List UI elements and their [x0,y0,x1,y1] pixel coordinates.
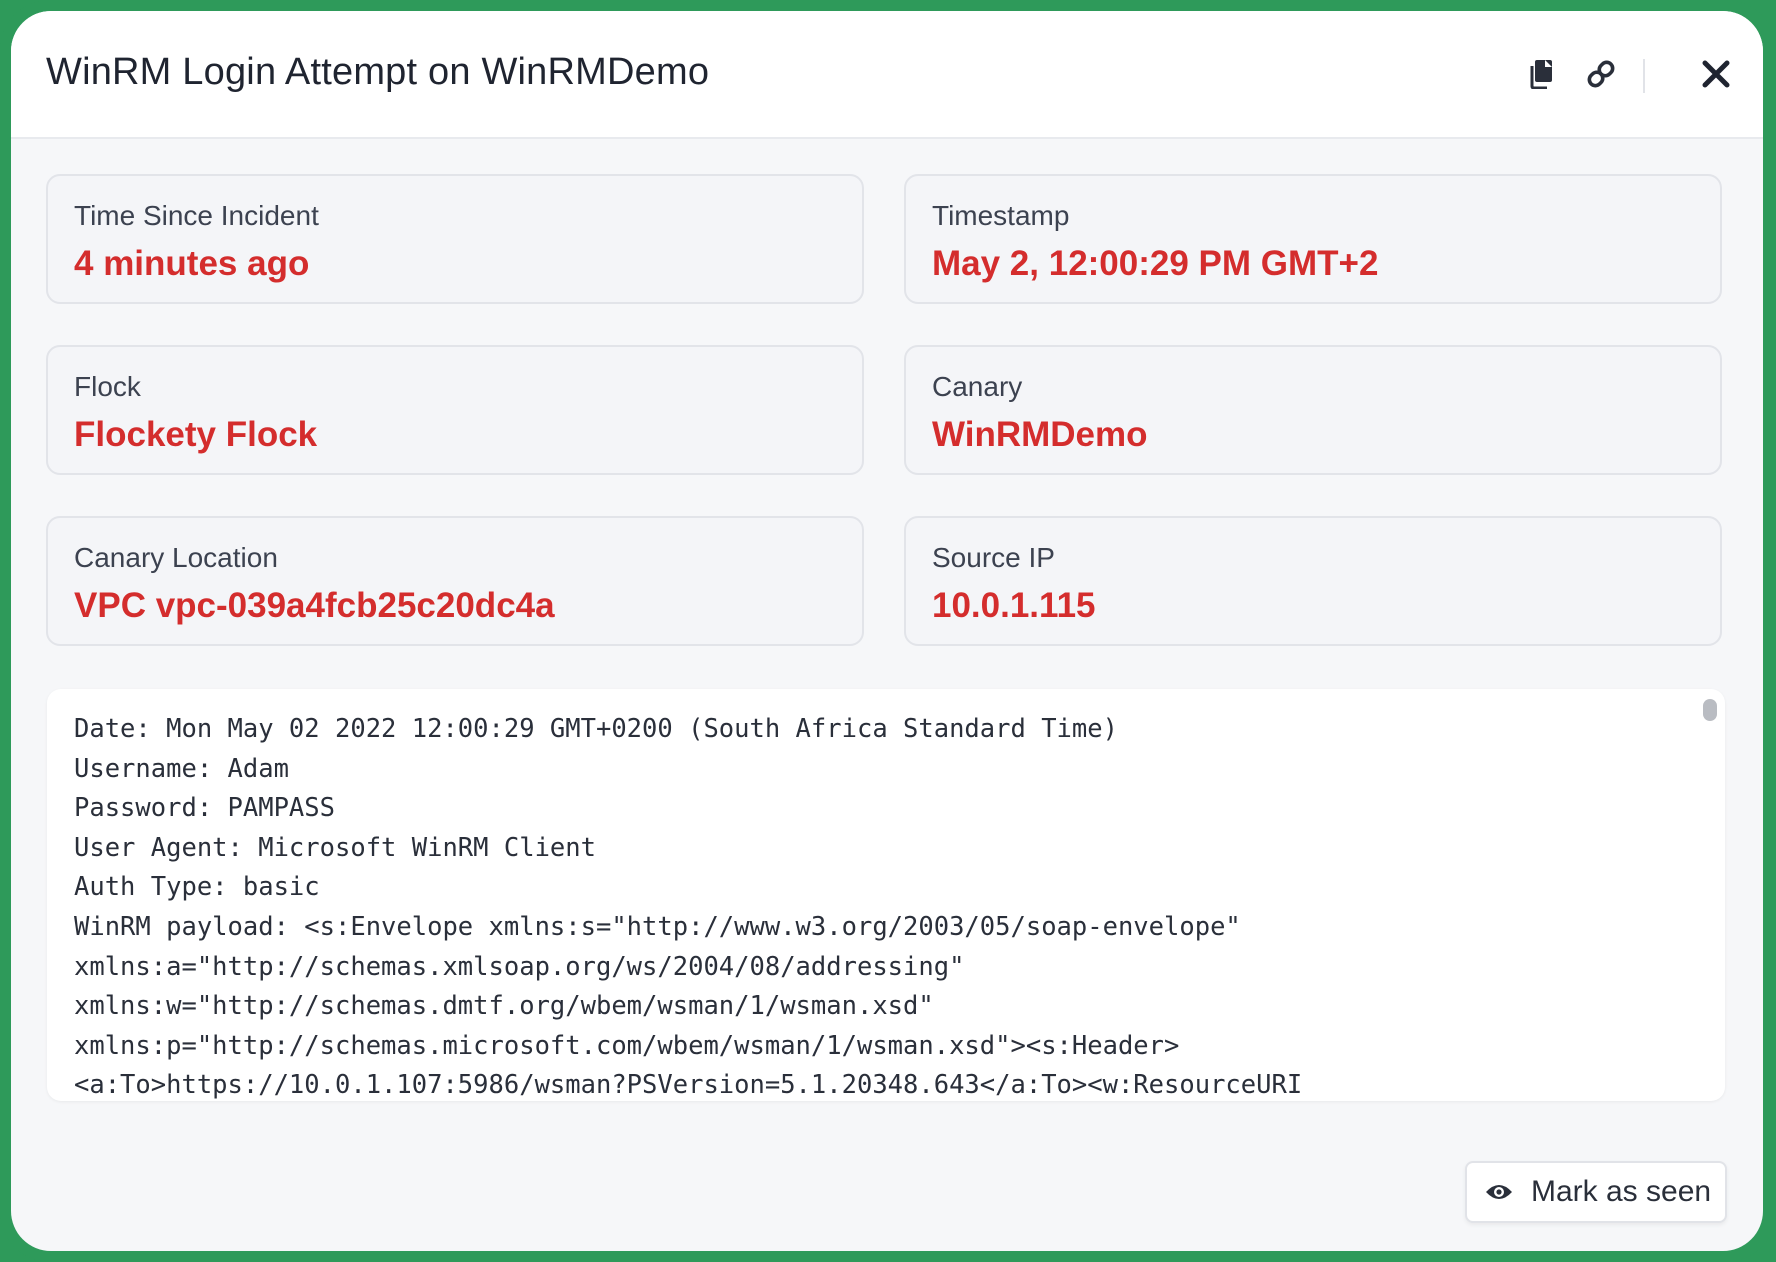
card-timestamp: Timestamp May 2, 12:00:29 PM GMT+2 [904,174,1722,304]
card-value: Flockety Flock [74,415,318,454]
log-line: Auth Type: basic [74,872,320,903]
mark-as-seen-label: Mark as seen [1531,1175,1712,1208]
card-label: Time Since Incident [74,200,319,231]
log-line: <a:To>https://10.0.1.107:5986/wsman?PSVe… [74,1070,1303,1101]
card-canary-location: Canary Location VPC vpc-039a4fcb25c20dc4… [46,516,864,646]
card-flock: Flock Flockety Flock [46,345,864,475]
log-content: Date: Mon May 02 2022 12:00:29 GMT+0200 … [47,710,1725,1101]
log-line: Password: PAMPASS [74,793,335,824]
log-line: xmlns:a="http://schemas.xmlsoap.org/ws/2… [74,951,965,982]
card-label: Source IP [932,542,1055,573]
card-time-since-incident: Time Since Incident 4 minutes ago [46,174,864,304]
card-value: WinRMDemo [932,415,1148,454]
card-value: 4 minutes ago [74,244,310,283]
window-frame: WinRM Login Attempt on WinRMDemo Time Si… [0,0,1776,1262]
link-icon[interactable] [1584,57,1618,91]
card-label: Canary Location [74,542,278,573]
card-source-ip: Source IP 10.0.1.115 [904,516,1722,646]
log-line: xmlns:w="http://schemas.dmtf.org/wbem/ws… [74,991,934,1022]
incident-dialog: WinRM Login Attempt on WinRMDemo Time Si… [11,11,1763,1251]
card-canary: Canary WinRMDemo [904,345,1722,475]
incident-log-panel[interactable]: Date: Mon May 02 2022 12:00:29 GMT+0200 … [47,689,1725,1101]
log-line: xmlns:p="http://schemas.microsoft.com/wb… [74,1030,1180,1061]
card-label: Flock [74,371,141,402]
header-divider [1643,59,1645,93]
log-line: Date: Mon May 02 2022 12:00:29 GMT+0200 … [74,714,1118,744]
log-scrollbar[interactable] [1703,699,1717,721]
card-value: VPC vpc-039a4fcb25c20dc4a [74,586,555,625]
copy-icon[interactable] [1524,57,1558,91]
card-value: May 2, 12:00:29 PM GMT+2 [932,244,1379,283]
dialog-header: WinRM Login Attempt on WinRMDemo [11,11,1763,139]
log-line: Username: Adam [74,753,289,784]
mark-as-seen-button[interactable]: Mark as seen [1465,1161,1727,1223]
log-line: WinRM payload: <s:Envelope xmlns:s="http… [74,911,1241,942]
log-line: User Agent: Microsoft WinRM Client [74,832,596,863]
card-label: Timestamp [932,200,1070,231]
card-value: 10.0.1.115 [932,586,1096,625]
dialog-title: WinRM Login Attempt on WinRMDemo [46,51,710,93]
eye-icon [1485,1181,1515,1203]
card-label: Canary [932,371,1023,402]
close-icon[interactable] [1699,57,1733,91]
